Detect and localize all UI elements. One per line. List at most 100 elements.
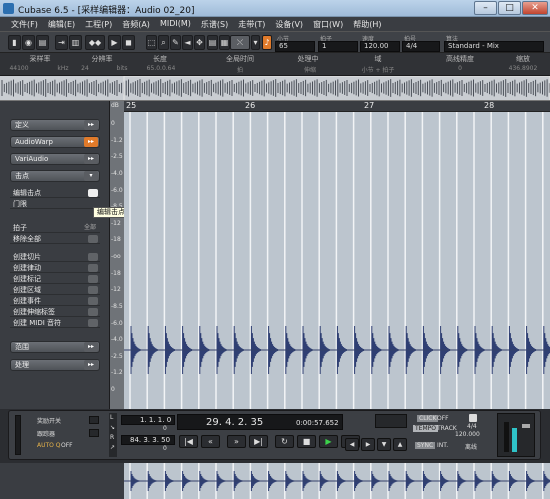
audition-mode-icon[interactable]: ◆◆ — [85, 35, 105, 50]
master-fader-handle[interactable] — [522, 424, 530, 428]
section-hitpoints[interactable]: 击点 ▾ — [10, 170, 100, 182]
close-button[interactable]: ✕ — [522, 1, 548, 15]
create-regions-row[interactable]: 创建区域 — [10, 285, 100, 295]
create-groove-row[interactable]: 创建律动 — [10, 263, 100, 273]
menu-project[interactable]: 工程(P) — [80, 17, 117, 31]
menu-midi[interactable]: MIDI(M) — [155, 17, 196, 31]
zoom-icon[interactable]: ⌕ — [158, 35, 169, 50]
menu-transport[interactable]: 走带(T) — [233, 17, 270, 31]
tempo-mode-label[interactable]: TEMPO — [413, 425, 438, 432]
playback-toggle-icon[interactable]: ⇥ — [55, 35, 68, 50]
section-variaudio[interactable]: VariAudio ▸▸ — [10, 153, 100, 165]
rewind-icon[interactable]: « — [201, 435, 220, 448]
left-locator-display[interactable]: 1. 1. 1. 0 — [121, 415, 175, 425]
beat-field[interactable]: 拍子 1 — [318, 34, 358, 52]
pencil-icon[interactable]: ✎ — [170, 35, 181, 50]
create-groove-button[interactable] — [88, 264, 98, 272]
menu-file[interactable]: 文件(F) — [6, 17, 43, 31]
expand-icon[interactable]: ▸▸ — [84, 137, 98, 147]
beats-value[interactable]: 全部 — [84, 223, 96, 233]
grid-icon[interactable]: ▦ — [219, 35, 230, 50]
expand-icon[interactable]: ▸▸ — [84, 342, 98, 352]
listen-icon[interactable]: ◉ — [22, 35, 35, 50]
signature-field[interactable]: 拍号 4/4 — [402, 34, 440, 52]
algorithm-field[interactable]: 算法 Standard - Mix — [444, 34, 544, 52]
edit-hitpoints-button[interactable] — [88, 189, 98, 197]
expand-icon[interactable]: ▸▸ — [84, 154, 98, 164]
go-to-end-icon[interactable]: ▶| — [249, 435, 268, 448]
snap-icon[interactable]: ⤬ — [230, 35, 250, 50]
tempo-value[interactable]: 120.00 — [360, 41, 400, 52]
create-midi-notes-button[interactable] — [88, 319, 98, 327]
menu-devices[interactable]: 设备(V) — [270, 17, 308, 31]
expand-icon[interactable]: ▸▸ — [84, 120, 98, 130]
view-icon[interactable]: ▤ — [207, 35, 218, 50]
create-slices-button[interactable] — [88, 253, 98, 261]
music-mode-icon[interactable]: ♪ — [262, 35, 272, 50]
beats-row[interactable]: 拍子 全部 — [10, 223, 100, 233]
speaker-icon[interactable]: ◄ — [182, 35, 193, 50]
remove-all-row[interactable]: 移除全部 — [10, 234, 100, 244]
menu-window[interactable]: 窗口(W) — [308, 17, 348, 31]
menu-help[interactable]: 帮助(H) — [348, 17, 386, 31]
collapse-icon[interactable]: ▾ — [84, 171, 98, 181]
position-display[interactable]: 29. 4. 2. 35 0:00:57.652 — [177, 414, 343, 430]
go-to-start-icon[interactable]: |◀ — [179, 435, 198, 448]
create-midi-notes-row[interactable]: 创建 MIDI 音符 — [10, 318, 100, 328]
cycle-icon[interactable]: ↻ — [275, 435, 294, 448]
create-markers-button[interactable] — [88, 275, 98, 283]
remove-all-button[interactable] — [88, 235, 98, 243]
algorithm-value[interactable]: Standard - Mix — [444, 41, 544, 52]
ruler[interactable]: 25 26 27 28 — [124, 101, 550, 112]
minimize-button[interactable]: – — [474, 1, 497, 15]
play-transport-icon[interactable]: ▶ — [319, 435, 338, 448]
maximize-button[interactable]: □ — [498, 1, 521, 15]
section-range[interactable]: 范围 ▸▸ — [10, 341, 100, 353]
info-icon[interactable]: ▤ — [36, 35, 49, 50]
waveform-display-lower[interactable] — [124, 463, 550, 499]
menu-edit[interactable]: 编辑(E) — [43, 17, 80, 31]
create-regions-button[interactable] — [88, 286, 98, 294]
stop-icon[interactable]: ■ — [297, 435, 316, 448]
bar-value[interactable]: 65 — [275, 41, 315, 52]
waveform-display[interactable] — [124, 112, 550, 409]
edit-hitpoints-row[interactable]: 编辑击点 — [10, 188, 100, 198]
marker-up-icon[interactable]: ▲ — [393, 438, 407, 451]
marker-prev-icon[interactable]: ◀ — [345, 438, 359, 451]
create-markers-row[interactable]: 创建标记 — [10, 274, 100, 284]
marker-down-icon[interactable]: ▼ — [377, 438, 391, 451]
bar-field[interactable]: 小节 65 — [275, 34, 315, 52]
range-select-icon[interactable]: ⬚ — [146, 35, 157, 50]
left-locator-icon[interactable]: L — [110, 414, 113, 421]
threshold-row[interactable]: 门限 — [10, 199, 100, 209]
tempo-field[interactable]: 速度 120.00 — [360, 34, 400, 52]
section-audiowarp[interactable]: AudioWarp ▸▸ — [10, 136, 100, 148]
click-settings-icon[interactable] — [469, 414, 477, 422]
loop-icon[interactable]: ◼ — [122, 35, 135, 50]
quantize-button[interactable] — [89, 416, 99, 424]
expand-icon[interactable]: ▸▸ — [84, 360, 98, 370]
punch-in-icon[interactable]: ↘ — [110, 424, 115, 431]
signature-value[interactable]: 4/4 — [402, 41, 440, 52]
create-warp-tabs-button[interactable] — [88, 308, 98, 316]
menu-score[interactable]: 乐谱(S) — [196, 17, 233, 31]
dropdown-icon[interactable]: ▾ — [251, 35, 260, 50]
punch-out-icon[interactable]: ↗ — [110, 444, 115, 451]
play-icon[interactable]: ▶ — [108, 35, 121, 50]
punch-button[interactable] — [89, 429, 99, 437]
create-events-button[interactable] — [88, 297, 98, 305]
right-locator-display[interactable]: 84. 3. 3. 50 — [121, 435, 175, 445]
section-process[interactable]: 处理 ▸▸ — [10, 359, 100, 371]
sync-label[interactable]: SYNC — [415, 442, 436, 449]
overview-line[interactable] — [0, 76, 550, 101]
section-definition[interactable]: 定义 ▸▸ — [10, 119, 100, 131]
create-slices-row[interactable]: 创建切片 — [10, 252, 100, 262]
click-label[interactable]: CLICK — [417, 415, 439, 422]
scrub-icon[interactable]: ✥ — [194, 35, 205, 50]
show-icon[interactable]: ▥ — [69, 35, 82, 50]
fast-forward-icon[interactable]: » — [227, 435, 246, 448]
solo-icon[interactable]: ▮ — [8, 35, 21, 50]
right-locator-icon[interactable]: R — [110, 434, 114, 441]
beat-value[interactable]: 1 — [318, 41, 358, 52]
menu-audio[interactable]: 音频(A) — [117, 17, 155, 31]
